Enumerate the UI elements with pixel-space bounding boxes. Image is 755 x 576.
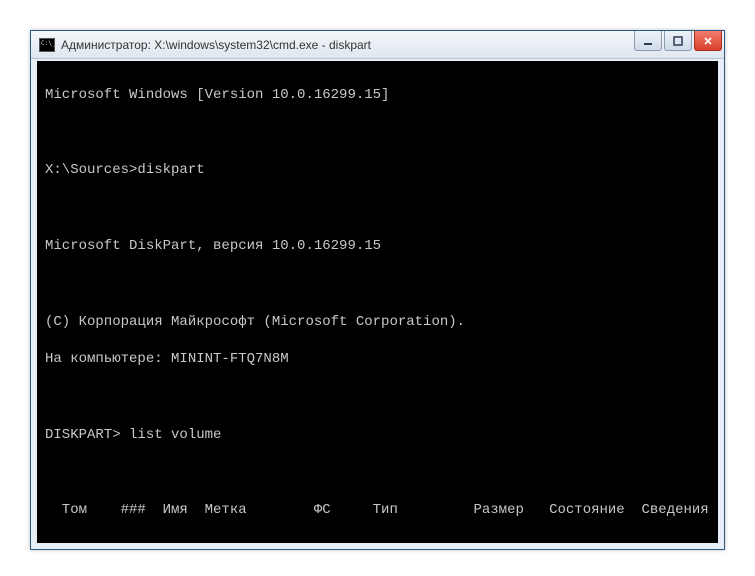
blank-line <box>45 464 710 483</box>
table-divider: ----- --- --- ----------- ----- --------… <box>45 539 710 543</box>
window-controls <box>634 31 722 51</box>
maximize-button[interactable] <box>664 31 692 51</box>
console-output[interactable]: Microsoft Windows [Version 10.0.16299.15… <box>37 61 718 543</box>
blank-line <box>45 388 710 407</box>
close-button[interactable] <box>694 31 722 51</box>
titlebar[interactable]: Администратор: X:\windows\system32\cmd.e… <box>31 31 724 59</box>
table-header: Том ### Имя Метка ФС Тип Размер Состояни… <box>45 501 710 520</box>
cmd-window: Администратор: X:\windows\system32\cmd.e… <box>30 30 725 550</box>
diskpart-version: Microsoft DiskPart, версия 10.0.16299.15 <box>45 237 710 256</box>
prompt-line: X:\Sources>diskpart <box>45 161 710 180</box>
blank-line <box>45 275 710 294</box>
blank-line <box>45 199 710 218</box>
banner-line: Microsoft Windows [Version 10.0.16299.15… <box>45 86 710 105</box>
blank-line <box>45 124 710 143</box>
minimize-button[interactable] <box>634 31 662 51</box>
list-volume-cmd: DISKPART> list volume <box>45 426 710 445</box>
window-title: Администратор: X:\windows\system32\cmd.e… <box>61 38 371 52</box>
cmd-icon <box>39 38 55 52</box>
computer-line: На компьютере: MININT-FTQ7N8M <box>45 350 710 369</box>
copyright-line: (C) Корпорация Майкрософт (Microsoft Cor… <box>45 313 710 332</box>
